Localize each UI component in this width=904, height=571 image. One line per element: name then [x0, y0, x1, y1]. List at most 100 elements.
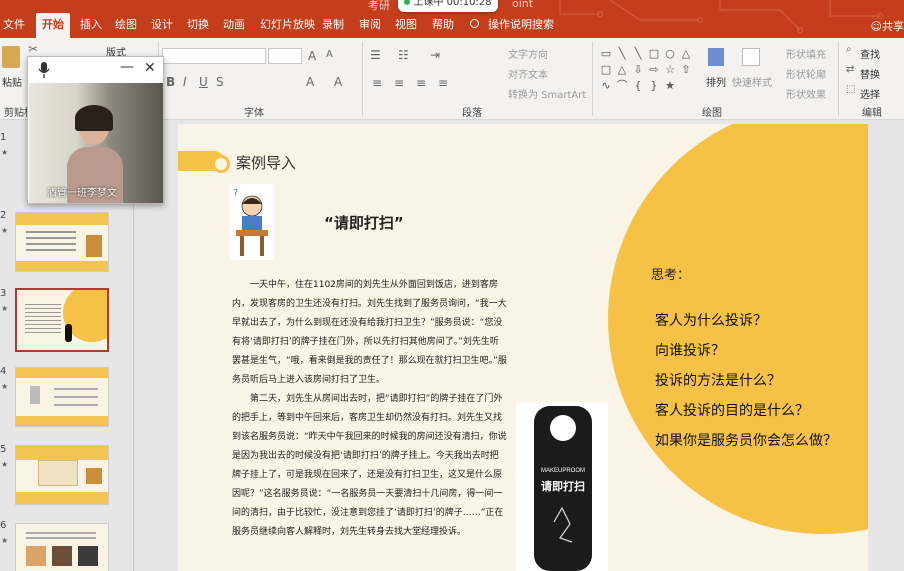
shrink-font-icon[interactable]: A [326, 49, 333, 60]
thumb-band [16, 492, 108, 504]
highlight-icon[interactable]: A [334, 75, 342, 89]
triangle-shape-icon[interactable]: △ [679, 47, 693, 61]
thumb-hanger-icon [65, 324, 72, 342]
tab-review[interactable]: 审阅 [359, 13, 381, 38]
slide-heading: 案例导入 [236, 154, 297, 172]
paragraph-group-label: 段落 [462, 108, 482, 119]
cut-icon[interactable]: ✂ [28, 42, 38, 56]
tab-draw[interactable]: 绘图 [115, 13, 137, 38]
align-text-button[interactable]: 对齐文本 [508, 66, 548, 81]
find-button[interactable]: 查找 [860, 46, 880, 61]
slide-thumbnail[interactable] [15, 445, 109, 505]
thumb-number: 1 [0, 132, 7, 143]
italic-icon[interactable]: I [183, 75, 187, 89]
select-button[interactable]: 选择 [860, 86, 880, 101]
triangle-shape-icon[interactable]: △ [615, 63, 629, 77]
minimize-icon[interactable]: — [120, 59, 134, 75]
question-5: 如果你是服务员你会怎么做？ [655, 433, 837, 449]
close-icon[interactable]: ✕ [144, 60, 156, 76]
share-button[interactable]: ☺共享 [871, 18, 904, 34]
video-call-window[interactable]: — ✕ 酒管一班李梦文 [27, 56, 164, 204]
tab-view[interactable]: 视图 [395, 13, 417, 38]
replace-button[interactable]: 替换 [860, 66, 880, 81]
animation-star-icon: ★ [1, 460, 9, 469]
find-icon[interactable]: ⌕ [846, 44, 852, 55]
question-1: 客人为什么投诉？ [655, 313, 767, 329]
brace-shape-icon[interactable]: { [631, 79, 645, 93]
separator [592, 42, 593, 116]
tab-home[interactable]: 开始 [36, 13, 70, 38]
thumb-photo [26, 546, 46, 566]
curve-shape-icon[interactable]: ⌒ [615, 79, 629, 93]
tab-transitions[interactable]: 切换 [187, 13, 209, 38]
ribbon-tab-bar: 考研 oint 上课中 00:10:28 文件 开始 插入 绘图 设计 切换 动… [0, 0, 904, 38]
line-shape-icon[interactable]: ╲ [615, 47, 629, 61]
underline-icon[interactable]: U [199, 75, 208, 89]
tab-file[interactable]: 文件 [3, 13, 25, 38]
align-right-icon[interactable]: ≡ [416, 76, 426, 90]
tell-me-search[interactable]: 操作说明搜索 [488, 13, 554, 38]
text-direction-button[interactable]: 文字方向 [508, 46, 548, 61]
font-size-input[interactable] [268, 48, 302, 64]
replace-icon[interactable]: ⇄ [846, 64, 854, 75]
slide-thumbnail[interactable] [15, 367, 109, 427]
indent-icon[interactable]: ⇥ [430, 48, 440, 62]
arrange-button[interactable]: 排列 [706, 74, 726, 89]
story-title: “请即打扫” [324, 214, 404, 232]
microphone-icon[interactable] [38, 61, 50, 79]
quick-styles-button[interactable]: 快速样式 [732, 74, 772, 89]
numbering-icon[interactable]: ☷ [398, 48, 409, 62]
tab-design[interactable]: 设计 [151, 13, 173, 38]
grow-font-icon[interactable]: A [308, 49, 316, 63]
brace-shape-icon[interactable]: } [647, 79, 661, 93]
slide-thumbnail[interactable] [15, 523, 109, 571]
tab-insert[interactable]: 插入 [80, 13, 102, 38]
paste-icon[interactable] [2, 46, 20, 68]
line-shape-icon[interactable]: ╲ [631, 47, 645, 61]
thumb-number: 3 [0, 288, 7, 299]
align-left-icon[interactable]: ≡ [372, 76, 382, 90]
bullets-icon[interactable]: ☰ [370, 48, 381, 62]
rectangle-shape-icon[interactable]: ▭ [599, 47, 613, 61]
thumb-band [16, 261, 108, 271]
tab-animations[interactable]: 动画 [223, 13, 245, 38]
oval-shape-icon[interactable]: ○ [663, 47, 677, 61]
justify-icon[interactable]: ≡ [438, 76, 448, 90]
arrow-shape-icon[interactable]: ⇧ [679, 63, 693, 77]
slide-canvas[interactable]: 案例导入 ? “请即打扫” 一天中午，住在1102房间的刘先生从外面回到饭店，进… [178, 124, 868, 571]
question-4: 客人投诉的目的是什么？ [655, 403, 809, 419]
shape-effects-button[interactable]: 形状效果 [786, 86, 826, 101]
select-icon[interactable]: ⬚ [846, 84, 855, 95]
think-title: 思考： [651, 268, 691, 283]
quick-styles-icon[interactable] [742, 48, 760, 66]
shape-fill-button[interactable]: 形状填充 [786, 46, 826, 61]
smartart-button[interactable]: 转换为 SmartArt [508, 86, 586, 101]
question-2: 向谁投诉？ [655, 343, 725, 359]
tab-slideshow[interactable]: 幻灯片放映 [260, 13, 315, 38]
font-color-icon[interactable]: A [306, 75, 314, 89]
font-name-input[interactable] [162, 48, 266, 64]
curve-shape-icon[interactable]: ∿ [599, 79, 613, 93]
bold-icon[interactable]: B [166, 75, 175, 89]
tab-help[interactable]: 帮助 [432, 13, 454, 38]
tab-record[interactable]: 录制 [322, 13, 344, 38]
rect-shape-icon[interactable]: □ [647, 47, 661, 61]
class-timer[interactable]: 上课中 00:10:28 [398, 0, 498, 12]
shape-outline-button[interactable]: 形状轮廓 [786, 66, 826, 81]
slide-thumbnail[interactable] [15, 212, 109, 272]
arrow-shape-icon[interactable]: ⇨ [647, 63, 661, 77]
arrange-icon[interactable] [708, 48, 724, 66]
lightbulb-icon [470, 19, 479, 28]
arrow-shape-icon[interactable]: ⇩ [631, 63, 645, 77]
rect-shape-icon[interactable]: □ [599, 63, 613, 77]
star-shape-icon[interactable]: ★ [663, 79, 677, 93]
slide-thumbnail-selected[interactable] [15, 288, 109, 352]
align-center-icon[interactable]: ≡ [394, 76, 404, 90]
star-shape-icon[interactable]: ☆ [663, 63, 677, 77]
animation-star-icon: ★ [1, 536, 9, 545]
shape-gallery[interactable]: ▭ ╲ ╲ □ ○ △ □ △ ⇩ ⇨ ☆ ⇧ ∿ ⌒{} ★ [598, 46, 698, 98]
thumb-text-lines [26, 532, 96, 534]
strikethrough-icon[interactable]: S [216, 75, 224, 89]
share-label: 共享 [882, 20, 904, 33]
paste-button[interactable]: 粘贴 [2, 74, 22, 89]
